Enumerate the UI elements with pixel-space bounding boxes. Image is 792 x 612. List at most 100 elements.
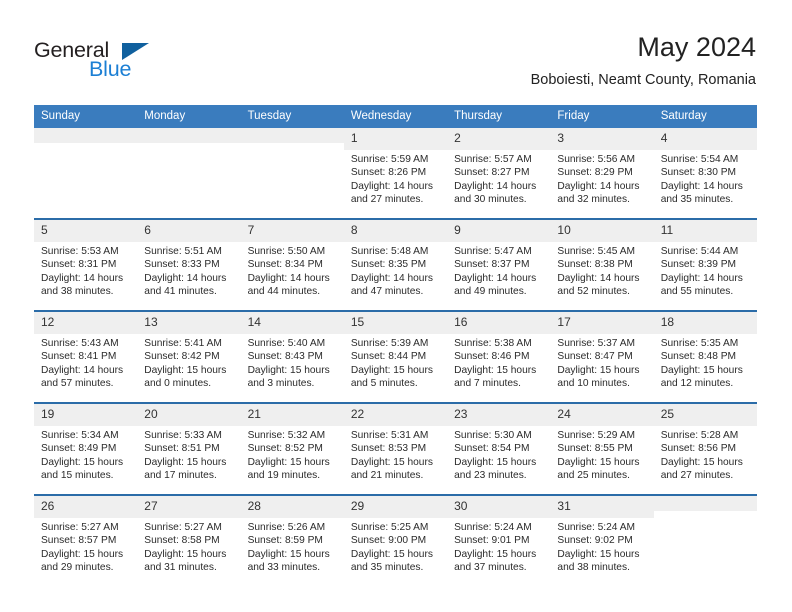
day-cell[interactable]: 7 Sunrise: 5:50 AM Sunset: 8:34 PM Dayli…: [240, 218, 344, 311]
day-number: 19: [34, 404, 138, 426]
day-info: Sunrise: 5:35 AM Sunset: 8:48 PM Dayligh…: [654, 334, 757, 391]
sunset-text: Sunset: 8:35 PM: [350, 259, 427, 271]
day-cell[interactable]: 15 Sunrise: 5:39 AM Sunset: 8:44 PM Dayl…: [343, 310, 448, 403]
day-number: 5: [34, 220, 138, 242]
day-number: 25: [653, 404, 757, 426]
daylight-text-line2: and 3 minutes.: [247, 378, 315, 390]
day-cell-empty: [137, 128, 241, 219]
day-number: [137, 128, 241, 143]
sunset-text: Sunset: 8:48 PM: [660, 351, 737, 363]
day-info: Sunrise: 5:45 AM Sunset: 8:38 PM Dayligh…: [550, 242, 653, 299]
day-cell[interactable]: 22 Sunrise: 5:31 AM Sunset: 8:53 PM Dayl…: [343, 402, 448, 495]
day-cell[interactable]: 11 Sunrise: 5:44 AM Sunset: 8:39 PM Dayl…: [653, 218, 757, 311]
sunset-text: Sunset: 8:46 PM: [454, 351, 530, 363]
weekday-header-row: Sunday Monday Tuesday Wednesday Thursday…: [34, 105, 757, 128]
day-info: Sunrise: 5:24 AM Sunset: 9:02 PM Dayligh…: [550, 518, 653, 575]
sunset-text: Sunset: 8:58 PM: [144, 535, 220, 547]
day-cell[interactable]: 23 Sunrise: 5:30 AM Sunset: 8:54 PM Dayl…: [447, 402, 551, 495]
sunset-text: Sunset: 8:51 PM: [144, 443, 220, 455]
day-cell-empty: [240, 128, 344, 219]
day-info: Sunrise: 5:28 AM Sunset: 8:56 PM Dayligh…: [654, 426, 757, 483]
day-cell[interactable]: 29 Sunrise: 5:25 AM Sunset: 9:00 PM Dayl…: [343, 494, 448, 586]
day-cell[interactable]: 17 Sunrise: 5:37 AM Sunset: 8:47 PM Dayl…: [550, 310, 654, 403]
daylight-text-line2: and 12 minutes.: [660, 378, 734, 390]
sunset-text: Sunset: 8:59 PM: [247, 535, 323, 547]
day-info: Sunrise: 5:32 AM Sunset: 8:52 PM Dayligh…: [241, 426, 344, 483]
day-info: Sunrise: 5:59 AM Sunset: 8:26 PM Dayligh…: [344, 150, 447, 207]
daylight-text-line2: and 35 minutes.: [660, 194, 734, 206]
day-number: 6: [137, 220, 241, 242]
day-number: 11: [653, 220, 757, 242]
day-cell[interactable]: 6 Sunrise: 5:51 AM Sunset: 8:33 PM Dayli…: [137, 218, 241, 311]
day-info: Sunrise: 5:39 AM Sunset: 8:44 PM Dayligh…: [344, 334, 447, 391]
sunset-text: Sunset: 8:34 PM: [247, 259, 323, 271]
day-cell[interactable]: 25 Sunrise: 5:28 AM Sunset: 8:56 PM Dayl…: [653, 402, 757, 495]
sunrise-text: Sunrise: 5:27 AM: [41, 522, 119, 533]
daylight-text-line1: Daylight: 15 hours: [660, 456, 743, 468]
sunrise-text: Sunrise: 5:33 AM: [144, 430, 222, 441]
day-cell[interactable]: 26 Sunrise: 5:27 AM Sunset: 8:57 PM Dayl…: [34, 494, 138, 586]
day-cell[interactable]: 18 Sunrise: 5:35 AM Sunset: 8:48 PM Dayl…: [653, 310, 757, 403]
day-cell[interactable]: 30 Sunrise: 5:24 AM Sunset: 9:01 PM Dayl…: [447, 494, 551, 586]
day-info: Sunrise: 5:25 AM Sunset: 9:00 PM Dayligh…: [344, 518, 447, 575]
day-cell[interactable]: 10 Sunrise: 5:45 AM Sunset: 8:38 PM Dayl…: [550, 218, 654, 311]
daylight-text-line1: Daylight: 14 hours: [454, 180, 537, 192]
day-cell[interactable]: 2 Sunrise: 5:57 AM Sunset: 8:27 PM Dayli…: [447, 128, 551, 219]
day-cell[interactable]: 19 Sunrise: 5:34 AM Sunset: 8:49 PM Dayl…: [34, 402, 138, 495]
weekday-header-thursday: Thursday: [447, 105, 551, 128]
daylight-text-line2: and 31 minutes.: [144, 562, 217, 574]
day-cell[interactable]: 31 Sunrise: 5:24 AM Sunset: 9:02 PM Dayl…: [550, 494, 654, 586]
day-number: 24: [550, 404, 654, 426]
page-header: General Blue May 2024 Boboiesti, Neamt C…: [0, 0, 792, 100]
sunset-text: Sunset: 8:54 PM: [454, 443, 530, 455]
day-cell[interactable]: 5 Sunrise: 5:53 AM Sunset: 8:31 PM Dayli…: [34, 218, 138, 311]
day-number: 4: [653, 128, 757, 150]
day-cell[interactable]: 14 Sunrise: 5:40 AM Sunset: 8:43 PM Dayl…: [240, 310, 344, 403]
day-info: Sunrise: 5:44 AM Sunset: 8:39 PM Dayligh…: [654, 242, 757, 299]
daylight-text-line1: Daylight: 14 hours: [350, 272, 433, 284]
daylight-text-line1: Daylight: 15 hours: [350, 364, 433, 376]
calendar-body: 1 Sunrise: 5:59 AM Sunset: 8:26 PM Dayli…: [34, 128, 757, 586]
day-number: 28: [240, 496, 344, 518]
daylight-text-line1: Daylight: 14 hours: [41, 364, 124, 376]
day-cell[interactable]: 12 Sunrise: 5:43 AM Sunset: 8:41 PM Dayl…: [34, 310, 138, 403]
daylight-text-line2: and 19 minutes.: [247, 470, 321, 482]
day-info: Sunrise: 5:57 AM Sunset: 8:27 PM Dayligh…: [447, 150, 550, 207]
daylight-text-line2: and 55 minutes.: [660, 286, 734, 298]
daylight-text-line2: and 0 minutes.: [144, 378, 212, 390]
general-blue-logo[interactable]: General Blue: [34, 38, 234, 84]
day-info: Sunrise: 5:53 AM Sunset: 8:31 PM Dayligh…: [34, 242, 137, 299]
day-number: 30: [447, 496, 551, 518]
sunrise-text: Sunrise: 5:37 AM: [557, 338, 635, 349]
day-number: 2: [447, 128, 551, 150]
daylight-text-line1: Daylight: 14 hours: [557, 272, 640, 284]
day-cell[interactable]: 1 Sunrise: 5:59 AM Sunset: 8:26 PM Dayli…: [343, 128, 448, 219]
daylight-text-line1: Daylight: 15 hours: [41, 548, 124, 560]
day-number: 14: [240, 312, 344, 334]
day-cell[interactable]: 16 Sunrise: 5:38 AM Sunset: 8:46 PM Dayl…: [447, 310, 551, 403]
daylight-text-line1: Daylight: 15 hours: [454, 548, 537, 560]
weekday-header-sunday: Sunday: [34, 105, 138, 128]
day-cell[interactable]: 3 Sunrise: 5:56 AM Sunset: 8:29 PM Dayli…: [550, 128, 654, 219]
daylight-text-line1: Daylight: 15 hours: [144, 548, 227, 560]
day-cell[interactable]: 4 Sunrise: 5:54 AM Sunset: 8:30 PM Dayli…: [653, 128, 757, 219]
day-cell[interactable]: 24 Sunrise: 5:29 AM Sunset: 8:55 PM Dayl…: [550, 402, 654, 495]
day-info: Sunrise: 5:24 AM Sunset: 9:01 PM Dayligh…: [447, 518, 550, 575]
sunrise-text: Sunrise: 5:30 AM: [454, 430, 532, 441]
daylight-text-line1: Daylight: 15 hours: [247, 548, 330, 560]
daylight-text-line1: Daylight: 15 hours: [350, 548, 433, 560]
daylight-text-line1: Daylight: 15 hours: [247, 456, 330, 468]
calendar-week-row: 5 Sunrise: 5:53 AM Sunset: 8:31 PM Dayli…: [34, 218, 757, 311]
day-cell[interactable]: 8 Sunrise: 5:48 AM Sunset: 8:35 PM Dayli…: [343, 218, 448, 311]
day-cell[interactable]: 20 Sunrise: 5:33 AM Sunset: 8:51 PM Dayl…: [137, 402, 241, 495]
day-cell[interactable]: 27 Sunrise: 5:27 AM Sunset: 8:58 PM Dayl…: [137, 494, 241, 586]
day-cell[interactable]: 9 Sunrise: 5:47 AM Sunset: 8:37 PM Dayli…: [447, 218, 551, 311]
day-cell-empty: [653, 494, 757, 586]
daylight-text-line2: and 27 minutes.: [350, 194, 424, 206]
day-cell[interactable]: 21 Sunrise: 5:32 AM Sunset: 8:52 PM Dayl…: [240, 402, 344, 495]
day-cell[interactable]: 13 Sunrise: 5:41 AM Sunset: 8:42 PM Dayl…: [137, 310, 241, 403]
day-cell[interactable]: 28 Sunrise: 5:26 AM Sunset: 8:59 PM Dayl…: [240, 494, 344, 586]
sunset-text: Sunset: 8:53 PM: [350, 443, 427, 455]
sunrise-sunset-calendar: Sunday Monday Tuesday Wednesday Thursday…: [34, 105, 757, 586]
sunset-text: Sunset: 8:38 PM: [557, 259, 633, 271]
